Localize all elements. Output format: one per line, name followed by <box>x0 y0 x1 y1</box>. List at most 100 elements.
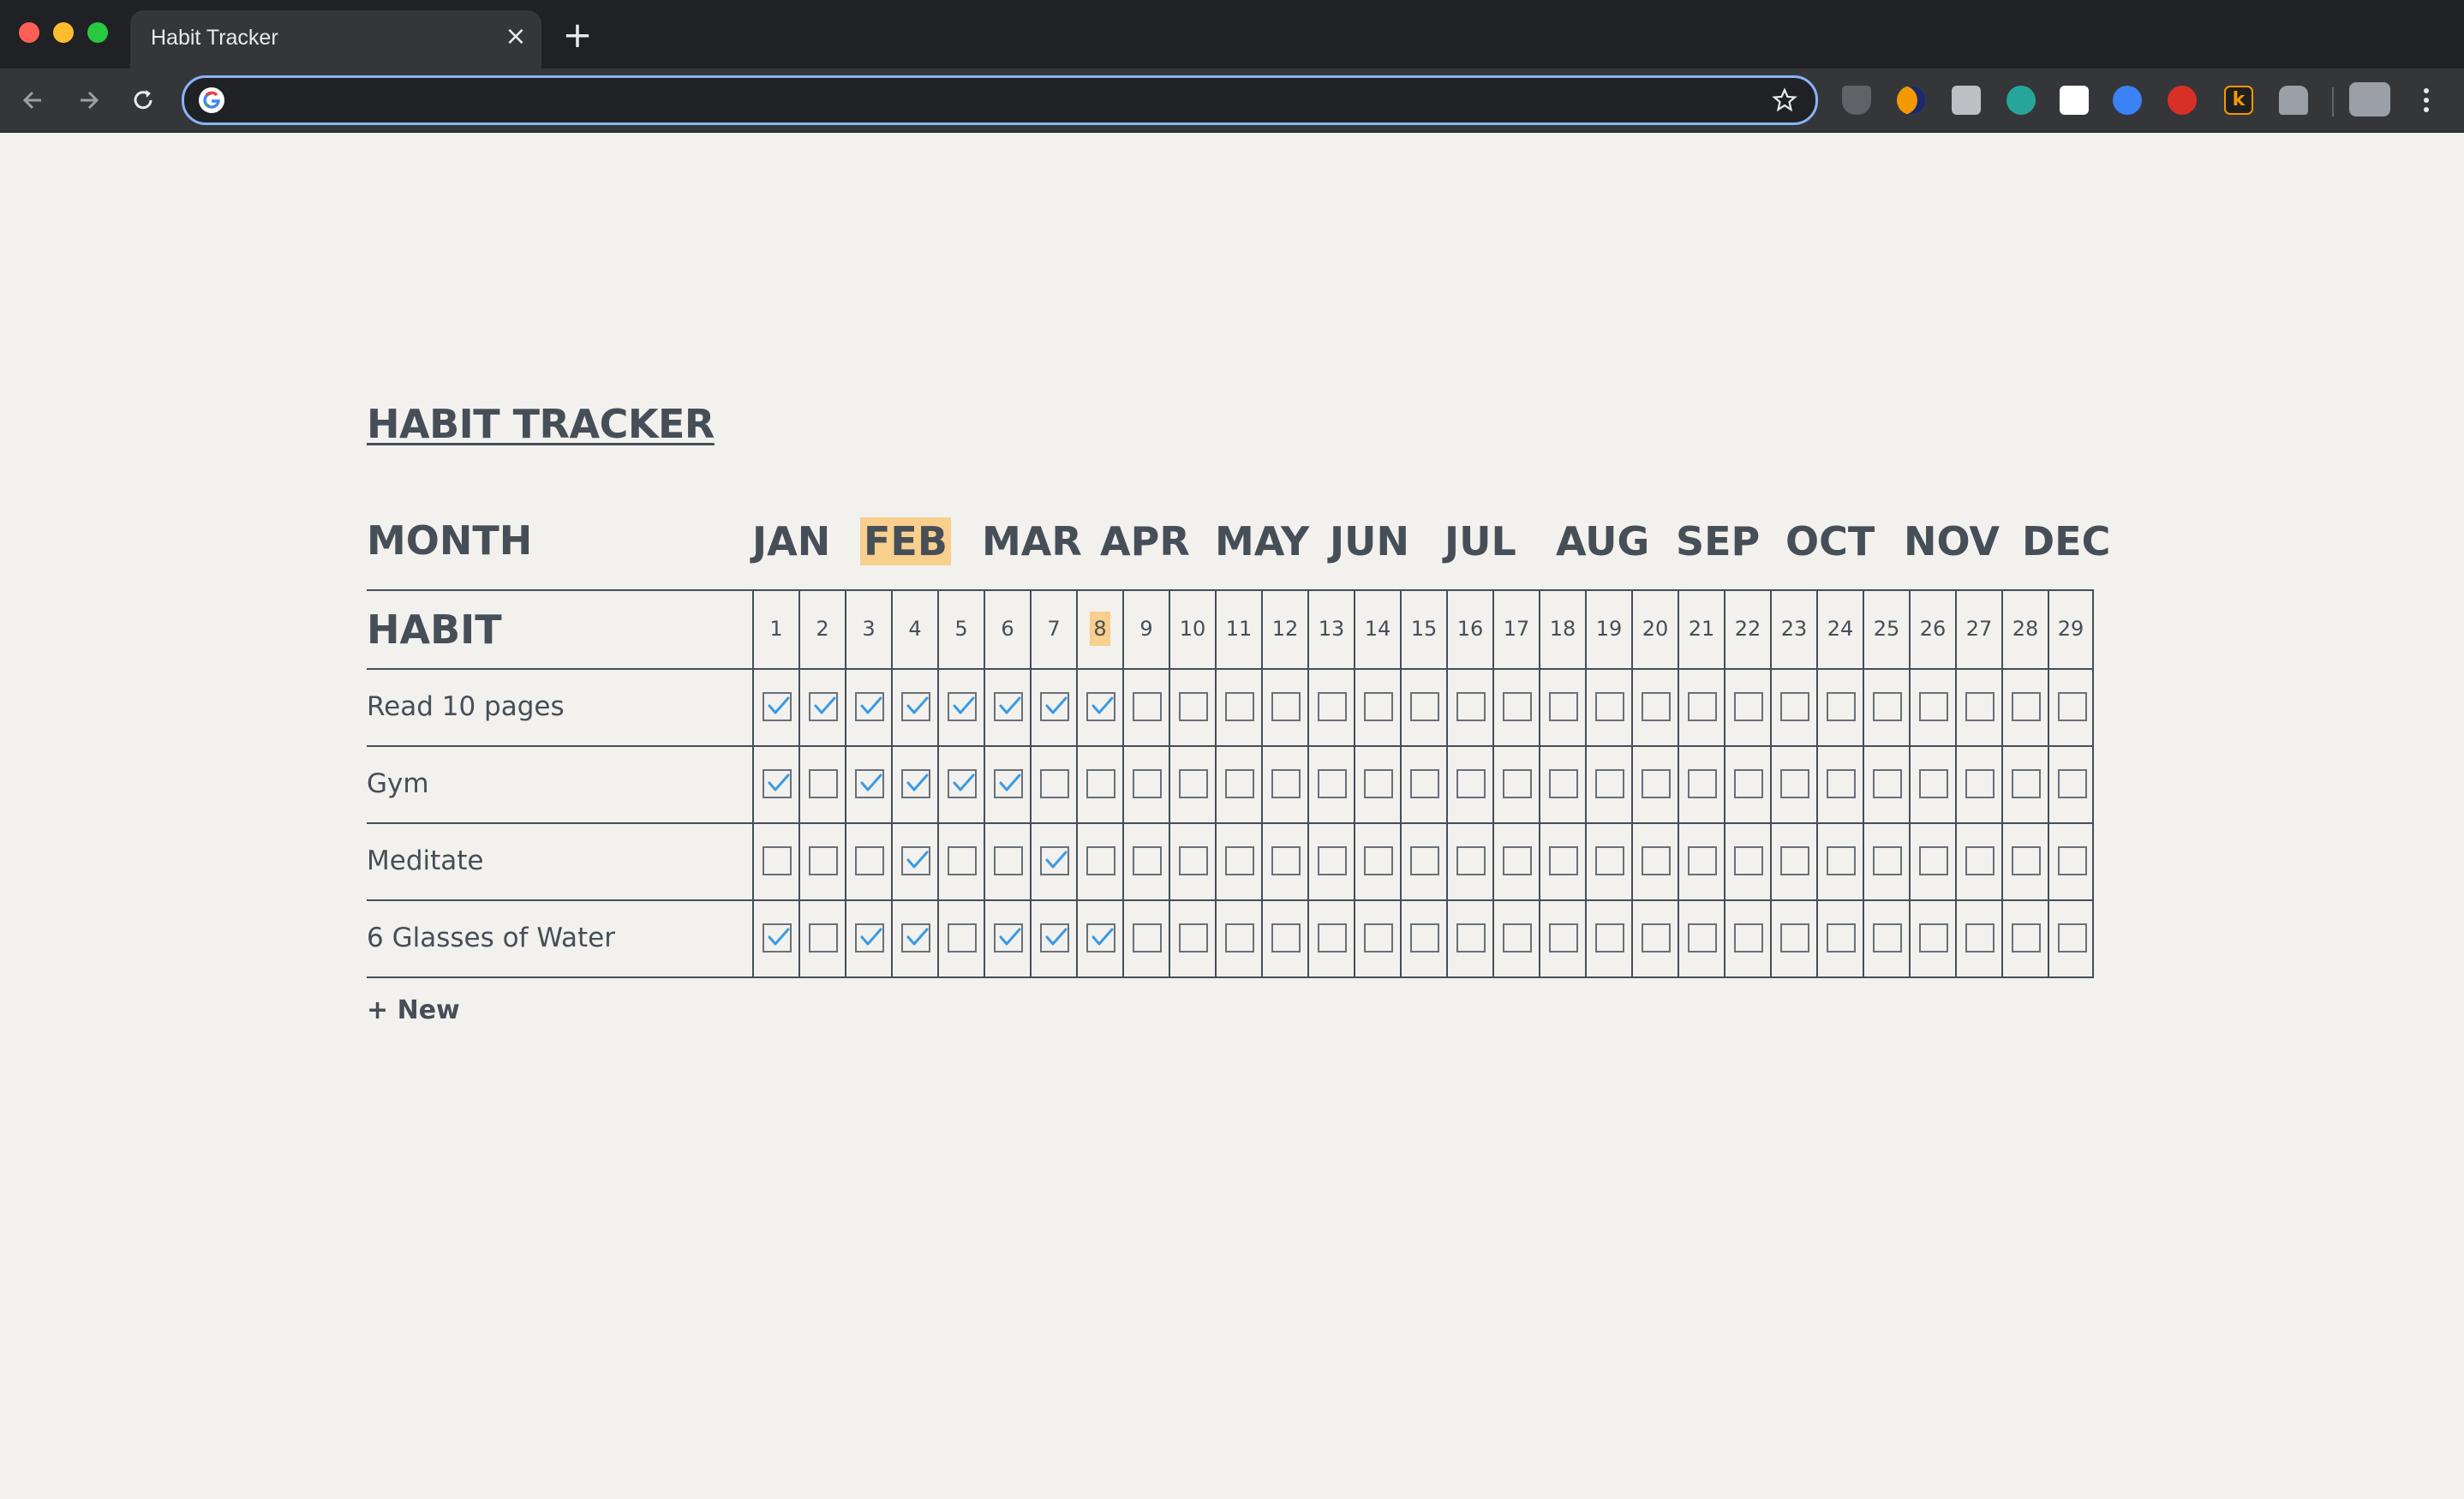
new-habit-button[interactable]: + New <box>367 995 460 1025</box>
checkbox-checked[interactable] <box>1086 923 1115 953</box>
checkbox[interactable] <box>1318 923 1347 953</box>
checkbox[interactable] <box>1827 923 1856 953</box>
checkbox[interactable] <box>2012 846 2041 875</box>
checkbox[interactable] <box>1410 769 1439 798</box>
checkbox[interactable] <box>1549 692 1578 721</box>
checkbox[interactable] <box>1827 769 1856 798</box>
checkbox-checked[interactable] <box>1040 846 1069 875</box>
checkbox[interactable] <box>1873 769 1902 798</box>
checkbox[interactable] <box>948 923 977 953</box>
checkbox[interactable] <box>1503 846 1532 875</box>
maximize-window-button[interactable] <box>87 22 108 43</box>
checkbox[interactable] <box>1318 692 1347 721</box>
checkbox[interactable] <box>2058 769 2087 798</box>
checkbox[interactable] <box>1271 846 1301 875</box>
checkbox[interactable] <box>1503 923 1532 953</box>
checkbox[interactable] <box>1179 769 1208 798</box>
checkbox-checked[interactable] <box>901 692 930 721</box>
checkbox[interactable] <box>1410 846 1439 875</box>
checkbox[interactable] <box>809 846 838 875</box>
checkbox[interactable] <box>1133 692 1162 721</box>
checkbox[interactable] <box>1503 692 1532 721</box>
checkbox[interactable] <box>1456 769 1486 798</box>
checkbox[interactable] <box>1179 692 1208 721</box>
checkbox[interactable] <box>855 846 884 875</box>
checkbox[interactable] <box>1688 923 1717 953</box>
checkbox[interactable] <box>1919 692 1948 721</box>
month-mar[interactable]: MAR <box>982 517 1082 565</box>
checkbox[interactable] <box>1642 923 1671 953</box>
forward-arrow-icon[interactable] <box>70 82 106 118</box>
checkbox[interactable] <box>1642 769 1671 798</box>
checkbox-checked[interactable] <box>763 692 792 721</box>
checkbox[interactable] <box>1965 846 1995 875</box>
checkbox[interactable] <box>994 846 1023 875</box>
checkbox[interactable] <box>1364 846 1393 875</box>
checkbox[interactable] <box>1873 692 1902 721</box>
checkbox[interactable] <box>1595 769 1624 798</box>
checkbox-checked[interactable] <box>1040 692 1069 721</box>
checkbox[interactable] <box>1410 692 1439 721</box>
checkbox-checked[interactable] <box>948 692 977 721</box>
checkbox-checked[interactable] <box>763 923 792 953</box>
checkbox[interactable] <box>809 923 838 953</box>
checkbox[interactable] <box>809 769 838 798</box>
month-dec[interactable]: DEC <box>2022 517 2110 565</box>
checkbox[interactable] <box>1549 846 1578 875</box>
checkbox-checked[interactable] <box>855 923 884 953</box>
checkbox[interactable] <box>1827 846 1856 875</box>
checkbox[interactable] <box>1919 769 1948 798</box>
habit-name[interactable]: 6 Glasses of Water <box>367 899 752 976</box>
checkbox-checked[interactable] <box>855 692 884 721</box>
checkbox[interactable] <box>2058 923 2087 953</box>
month-jul[interactable]: JUL <box>1444 517 1516 565</box>
bookmark-star-icon[interactable] <box>1771 87 1798 114</box>
checkbox[interactable] <box>1873 846 1902 875</box>
checkbox-checked[interactable] <box>994 923 1023 953</box>
month-jun[interactable]: JUN <box>1330 517 1409 565</box>
checkbox[interactable] <box>1225 846 1254 875</box>
checkbox[interactable] <box>1965 769 1995 798</box>
checkbox[interactable] <box>1133 769 1162 798</box>
crescent-icon[interactable] <box>1897 86 1926 115</box>
notion-icon[interactable] <box>2060 86 2089 115</box>
address-input[interactable] <box>237 85 1749 117</box>
checkbox[interactable] <box>1827 692 1856 721</box>
new-tab-button[interactable]: + <box>562 17 593 53</box>
ublock-icon[interactable] <box>1842 86 1871 115</box>
checkbox[interactable] <box>1456 846 1486 875</box>
checkbox-checked[interactable] <box>901 923 930 953</box>
address-bar[interactable] <box>182 75 1818 125</box>
checkbox[interactable] <box>1271 692 1301 721</box>
checkbox[interactable] <box>763 846 792 875</box>
checkbox[interactable] <box>1734 769 1763 798</box>
checkbox[interactable] <box>1919 846 1948 875</box>
checkbox[interactable] <box>2012 692 2041 721</box>
checkbox[interactable] <box>1965 923 1995 953</box>
checkbox-checked[interactable] <box>948 769 977 798</box>
checkbox[interactable] <box>1133 923 1162 953</box>
checkbox[interactable] <box>1595 846 1624 875</box>
checkbox[interactable] <box>1595 923 1624 953</box>
checkbox[interactable] <box>1456 923 1486 953</box>
checkbox[interactable] <box>1688 692 1717 721</box>
checkbox[interactable] <box>2012 769 2041 798</box>
close-window-button[interactable] <box>19 22 39 43</box>
month-apr[interactable]: APR <box>1100 517 1190 565</box>
checkbox[interactable] <box>1503 769 1532 798</box>
checkbox[interactable] <box>1965 692 1995 721</box>
checkbox-checked[interactable] <box>855 769 884 798</box>
checkbox[interactable] <box>1688 769 1717 798</box>
checkbox[interactable] <box>1179 923 1208 953</box>
checkbox[interactable] <box>1410 923 1439 953</box>
month-oct[interactable]: OCT <box>1785 517 1875 565</box>
checkbox[interactable] <box>1318 846 1347 875</box>
checkbox[interactable] <box>1780 769 1809 798</box>
checkbox-checked[interactable] <box>994 769 1023 798</box>
checkbox[interactable] <box>1225 692 1254 721</box>
k-icon[interactable]: k <box>2224 86 2253 115</box>
checkbox[interactable] <box>1318 769 1347 798</box>
checkbox[interactable] <box>2058 846 2087 875</box>
checkbox[interactable] <box>1734 923 1763 953</box>
seo-icon[interactable] <box>2168 86 2197 115</box>
